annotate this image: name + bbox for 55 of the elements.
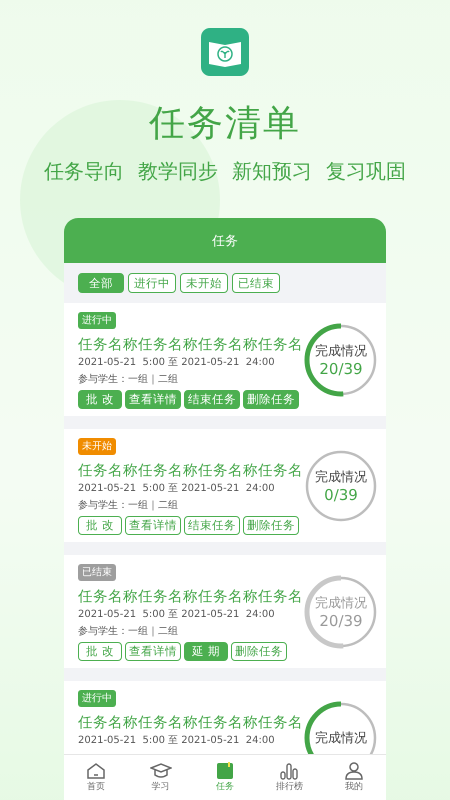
task-name: 任务名称任务名称任务名称任务名 — [78, 714, 303, 733]
action-button[interactable]: 删除任务 — [243, 390, 299, 409]
action-button[interactable]: 结束任务 — [184, 516, 240, 535]
tab-item[interactable]: 学习 — [128, 755, 193, 800]
status-tag: 已结束 — [78, 564, 116, 581]
slogan: 教学同步 — [138, 158, 218, 184]
tab-item[interactable]: 排行榜 — [257, 755, 322, 800]
hero-title: 任务清单 — [149, 102, 301, 146]
slogan: 新知预习 — [232, 158, 312, 184]
ring-label: 完成情况 — [315, 342, 367, 360]
task-time: 2021-05-21 5:00 至 2021-05-21 24:00 — [78, 734, 275, 748]
progress-count: 20/39 — [319, 612, 363, 630]
status-tag: 进行中 — [78, 690, 116, 707]
filter-tab[interactable]: 进行中 — [128, 273, 176, 293]
progress-count: 0/39 — [324, 486, 358, 504]
filter-tab[interactable]: 全部 — [78, 273, 124, 293]
filter-tab[interactable]: 已结束 — [232, 273, 280, 293]
task-time: 2021-05-21 5:00 至 2021-05-21 24:00 — [78, 608, 275, 622]
slogan: 复习巩固 — [326, 158, 406, 184]
app-logo-icon — [201, 28, 249, 76]
graduation-cap-icon — [150, 762, 172, 780]
action-button[interactable]: 查看详情 — [125, 516, 181, 535]
task-students: 参与学生：一组｜二组 — [78, 624, 178, 639]
slogan: 任务导向 — [44, 158, 124, 184]
action-button[interactable]: 批 改 — [78, 516, 122, 535]
ring-label: 完成情况 — [315, 468, 367, 486]
action-button[interactable]: 延 期 — [184, 642, 228, 661]
ring-label: 完成情况 — [315, 730, 367, 746]
status-tag: 进行中 — [78, 312, 116, 329]
filter-tab[interactable]: 未开始 — [180, 273, 228, 293]
home-icon — [86, 762, 106, 780]
action-button[interactable]: 查看详情 — [125, 642, 181, 661]
action-button[interactable]: 删除任务 — [231, 642, 287, 661]
task-time: 2021-05-21 5:00 至 2021-05-21 24:00 — [78, 356, 275, 370]
task-students: 参与学生：一组｜二组 — [78, 372, 178, 387]
task-name: 任务名称任务名称任务名称任务名 — [78, 462, 303, 481]
screen-title: 任务 — [212, 232, 238, 250]
bar-chart-icon — [279, 762, 300, 780]
book-icon — [216, 762, 234, 780]
ring-label: 完成情况 — [315, 594, 367, 612]
action-button[interactable]: 批 改 — [78, 642, 122, 661]
action-button[interactable]: 批 改 — [78, 390, 122, 409]
task-name: 任务名称任务名称任务名称任务名 — [78, 336, 303, 355]
action-button[interactable]: 删除任务 — [243, 516, 299, 535]
task-students: 参与学生：一组｜二组 — [78, 498, 178, 513]
task-time: 2021-05-21 5:00 至 2021-05-21 24:00 — [78, 482, 275, 496]
person-icon — [344, 762, 363, 780]
progress-count: 20/39 — [319, 360, 363, 378]
task-name: 任务名称任务名称任务名称任务名 — [78, 588, 303, 607]
tab-item[interactable]: 任务 — [192, 755, 258, 800]
tab-item[interactable]: 首页 — [64, 755, 128, 800]
action-button[interactable]: 查看详情 — [125, 390, 181, 409]
action-button[interactable]: 结束任务 — [184, 390, 240, 409]
tab-item[interactable]: 我的 — [322, 755, 386, 800]
status-tag: 未开始 — [78, 438, 116, 455]
